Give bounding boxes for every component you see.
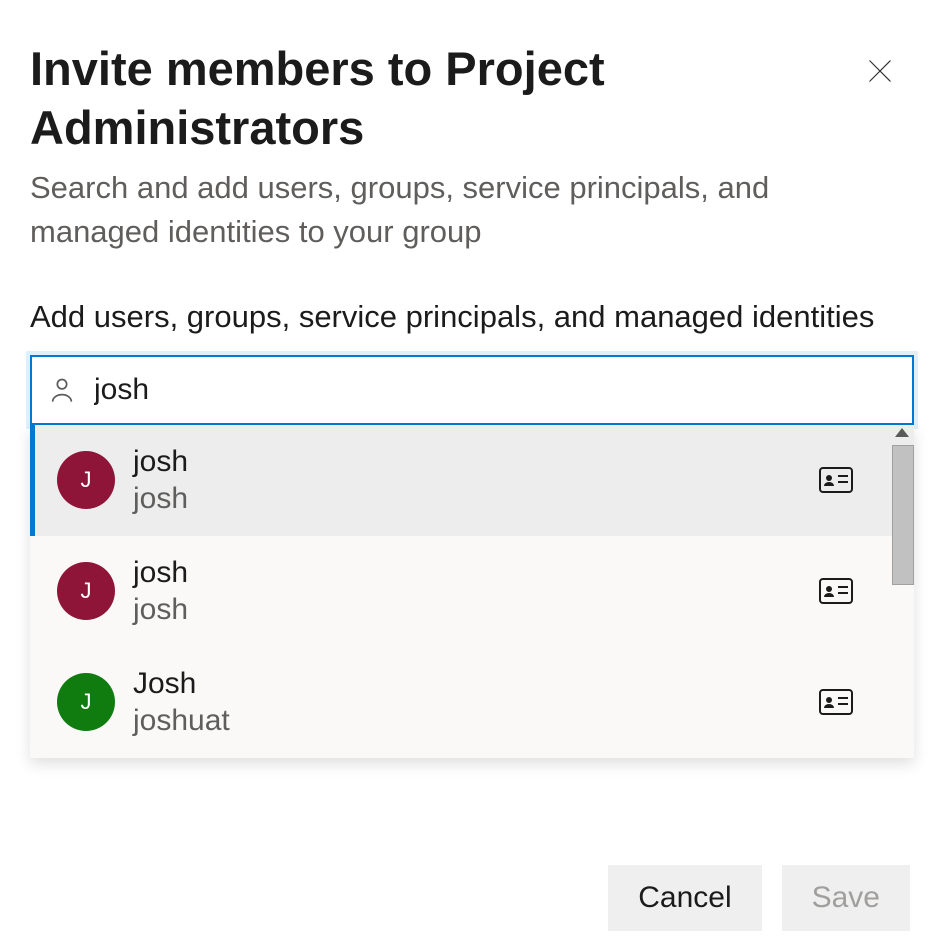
option-text: joshjosh: [133, 554, 818, 629]
person-icon: [48, 376, 76, 404]
scrollbar-thumb[interactable]: [892, 445, 914, 585]
avatar: J: [57, 451, 115, 509]
option-secondary-label: josh: [133, 591, 818, 629]
dropdown-option[interactable]: J Joshjoshuat: [30, 647, 914, 758]
save-button[interactable]: Save: [782, 865, 910, 931]
avatar: J: [57, 673, 115, 731]
option-primary-label: josh: [133, 443, 818, 481]
option-primary-label: Josh: [133, 665, 818, 703]
id-card-icon: [818, 576, 854, 606]
search-box[interactable]: [30, 355, 914, 425]
close-icon: [866, 57, 894, 88]
cancel-button[interactable]: Cancel: [608, 865, 761, 931]
dialog-footer: Cancel Save: [608, 865, 910, 931]
dropdown-option[interactable]: Jjoshjosh: [30, 425, 914, 536]
avatar: J: [57, 562, 115, 620]
search-field-label: Add users, groups, service principals, a…: [30, 295, 880, 338]
dialog-subtitle: Search and add users, groups, service pr…: [30, 166, 850, 256]
search-input[interactable]: [94, 373, 896, 407]
close-button[interactable]: [860, 52, 900, 92]
option-secondary-label: josh: [133, 480, 818, 518]
option-secondary-label: joshuat: [133, 702, 818, 740]
dialog-title: Invite members to Project Administrators: [30, 40, 790, 158]
dropdown-option[interactable]: Jjoshjosh: [30, 536, 914, 647]
option-primary-label: josh: [133, 554, 818, 592]
option-text: Joshjoshuat: [133, 665, 818, 740]
search-dropdown: JjoshjoshJjoshjoshJJoshjoshuat: [30, 425, 914, 758]
id-card-icon: [818, 687, 854, 717]
option-text: joshjosh: [133, 443, 818, 518]
id-card-icon: [818, 465, 854, 495]
scroll-up-icon[interactable]: [895, 428, 909, 437]
